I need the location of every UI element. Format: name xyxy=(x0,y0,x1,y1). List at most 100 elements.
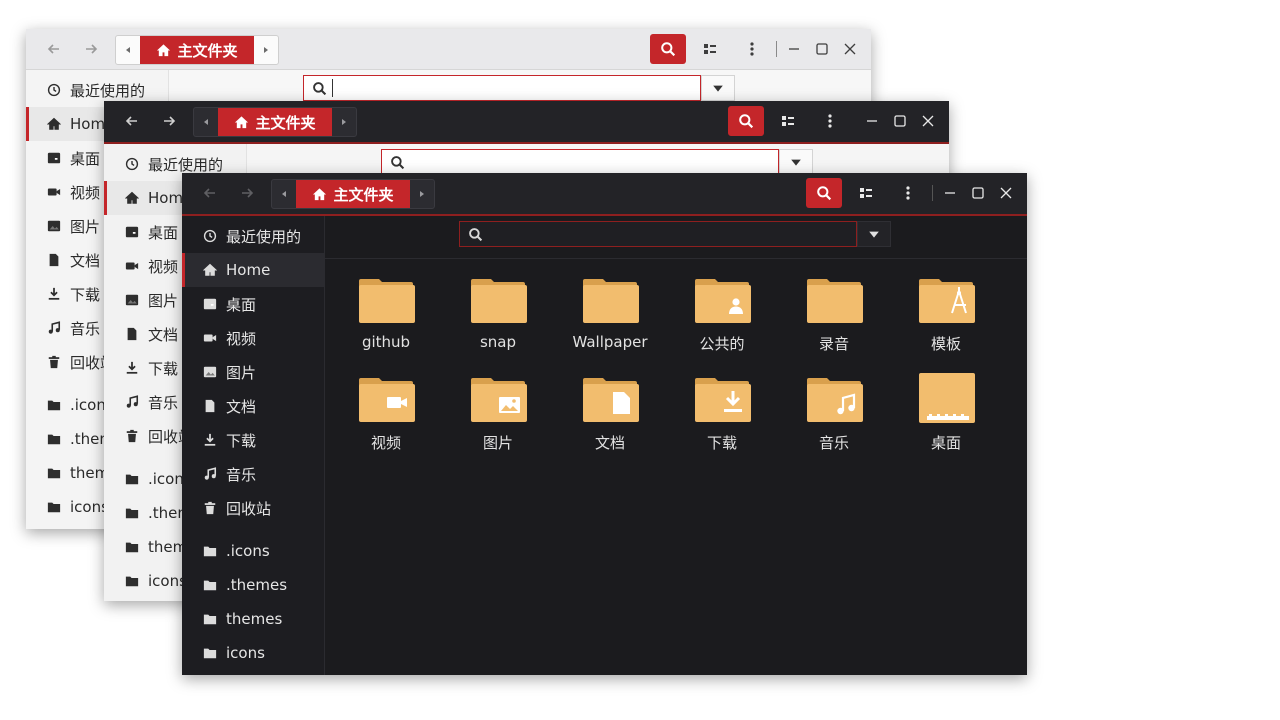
file-item[interactable]: snap xyxy=(453,273,543,351)
path-scroll-right-button[interactable] xyxy=(410,180,434,208)
minimize-button[interactable] xyxy=(782,37,806,61)
minimize-icon xyxy=(942,185,958,201)
sidebar-item-videos[interactable]: 视频 xyxy=(182,321,324,355)
maximize-button[interactable] xyxy=(810,37,834,61)
triangle-left-icon xyxy=(123,45,133,55)
file-item[interactable]: 文档 xyxy=(565,372,655,453)
maximize-button[interactable] xyxy=(966,181,990,205)
file-item[interactable]: 图片 xyxy=(453,372,543,453)
search-icon xyxy=(390,155,405,170)
sidebar-item-label: 桌面 xyxy=(226,295,257,314)
breadcrumb-home[interactable]: 主文件夹 xyxy=(296,180,410,208)
search-input[interactable] xyxy=(459,221,857,247)
file-item[interactable]: 公共的 xyxy=(677,273,767,354)
sidebar-item-label: 视频 xyxy=(226,329,257,348)
file-item[interactable]: 桌面 xyxy=(901,372,991,453)
search-input[interactable] xyxy=(381,149,779,175)
image-icon xyxy=(125,293,139,307)
file-item[interactable]: 音乐 xyxy=(789,372,879,453)
arrow-right-icon xyxy=(161,113,177,129)
document-icon xyxy=(47,253,61,267)
file-item[interactable]: github xyxy=(341,273,431,351)
back-button[interactable] xyxy=(119,109,145,133)
search-row xyxy=(325,216,1027,259)
search-toggle-button[interactable] xyxy=(728,106,764,136)
sidebar-item-label: 桌面 xyxy=(148,223,179,242)
maximize-button[interactable] xyxy=(888,109,912,133)
back-button[interactable] xyxy=(197,181,223,205)
sidebar-item-home[interactable]: Home xyxy=(182,253,324,287)
sidebar-item-label: 视频 xyxy=(70,183,101,202)
sidebar-item-label: 文档 xyxy=(70,251,101,270)
view-toggle-button[interactable] xyxy=(776,109,800,133)
path-scroll-right-button[interactable] xyxy=(332,108,356,136)
menu-button[interactable] xyxy=(896,181,920,205)
close-button[interactable] xyxy=(838,37,862,61)
search-toggle-button[interactable] xyxy=(650,34,686,64)
sidebar-item-trash[interactable]: 回收站 xyxy=(182,491,324,525)
path-scroll-left-button[interactable] xyxy=(272,180,296,208)
sidebar-item-pictures[interactable]: 图片 xyxy=(182,355,324,389)
forward-button[interactable] xyxy=(234,181,260,205)
close-button[interactable] xyxy=(994,181,1018,205)
document-icon xyxy=(125,327,139,341)
path-scroll-left-button[interactable] xyxy=(116,36,140,64)
path-scroll-right-button[interactable] xyxy=(254,36,278,64)
forward-button[interactable] xyxy=(78,37,104,61)
back-button[interactable] xyxy=(41,37,67,61)
file-item[interactable]: Wallpaper xyxy=(565,273,655,351)
search-options-dropdown[interactable] xyxy=(857,221,891,247)
breadcrumb-home[interactable]: 主文件夹 xyxy=(140,36,254,64)
view-toggle-button[interactable] xyxy=(854,181,878,205)
search-options-dropdown[interactable] xyxy=(779,149,813,175)
folder-icon xyxy=(47,432,61,446)
sidebar-item-label: 下载 xyxy=(226,431,257,450)
sidebar-item-desktop[interactable]: 桌面 xyxy=(182,287,324,321)
music-icon xyxy=(125,395,139,409)
home-icon xyxy=(156,43,171,58)
folder-icon xyxy=(203,646,217,660)
list-view-icon xyxy=(858,185,874,201)
menu-button[interactable] xyxy=(818,109,842,133)
sidebar-item-label: .themes xyxy=(226,576,288,594)
sidebar-item-bookmark[interactable]: icons xyxy=(182,636,324,670)
sidebar-item-label: 图片 xyxy=(226,363,257,382)
file-label: 模板 xyxy=(930,335,961,353)
folder-icon xyxy=(47,466,61,480)
close-button[interactable] xyxy=(916,109,940,133)
sidebar-item-music[interactable]: 音乐 xyxy=(182,457,324,491)
folder-icon xyxy=(469,273,527,325)
more-vertical-icon xyxy=(822,113,838,129)
minimize-button[interactable] xyxy=(938,181,962,205)
search-options-dropdown[interactable] xyxy=(701,75,735,101)
file-item[interactable]: 模板 xyxy=(901,273,991,354)
file-item[interactable]: 下载 xyxy=(677,372,767,453)
path-scroll-left-button[interactable] xyxy=(194,108,218,136)
list-view-icon xyxy=(702,41,718,57)
menu-button[interactable] xyxy=(740,37,764,61)
sidebar-item-documents[interactable]: 文档 xyxy=(182,389,324,423)
sidebar-item-bookmark[interactable]: .icons xyxy=(182,534,324,568)
sidebar-item-bookmark[interactable]: themes xyxy=(182,602,324,636)
path-bar: 主文件夹 xyxy=(271,179,435,209)
view-toggle-button[interactable] xyxy=(698,37,722,61)
maximize-icon xyxy=(892,113,908,129)
text-cursor xyxy=(332,79,333,97)
file-label: 图片 xyxy=(482,434,513,452)
sidebar-item-recent[interactable]: 最近使用的 xyxy=(182,219,324,253)
minimize-button[interactable] xyxy=(860,109,884,133)
file-label: 视频 xyxy=(370,434,401,452)
breadcrumb-home[interactable]: 主文件夹 xyxy=(218,108,332,136)
arrow-right-icon xyxy=(83,41,99,57)
list-view-icon xyxy=(780,113,796,129)
file-label: snap xyxy=(479,333,517,351)
search-icon xyxy=(816,185,832,201)
search-toggle-button[interactable] xyxy=(806,178,842,208)
sidebar-item-bookmark[interactable]: .themes xyxy=(182,568,324,602)
search-icon xyxy=(660,41,676,57)
search-input[interactable] xyxy=(303,75,701,101)
file-item[interactable]: 视频 xyxy=(341,372,431,453)
sidebar-item-downloads[interactable]: 下载 xyxy=(182,423,324,457)
file-item[interactable]: 录音 xyxy=(789,273,879,354)
forward-button[interactable] xyxy=(156,109,182,133)
